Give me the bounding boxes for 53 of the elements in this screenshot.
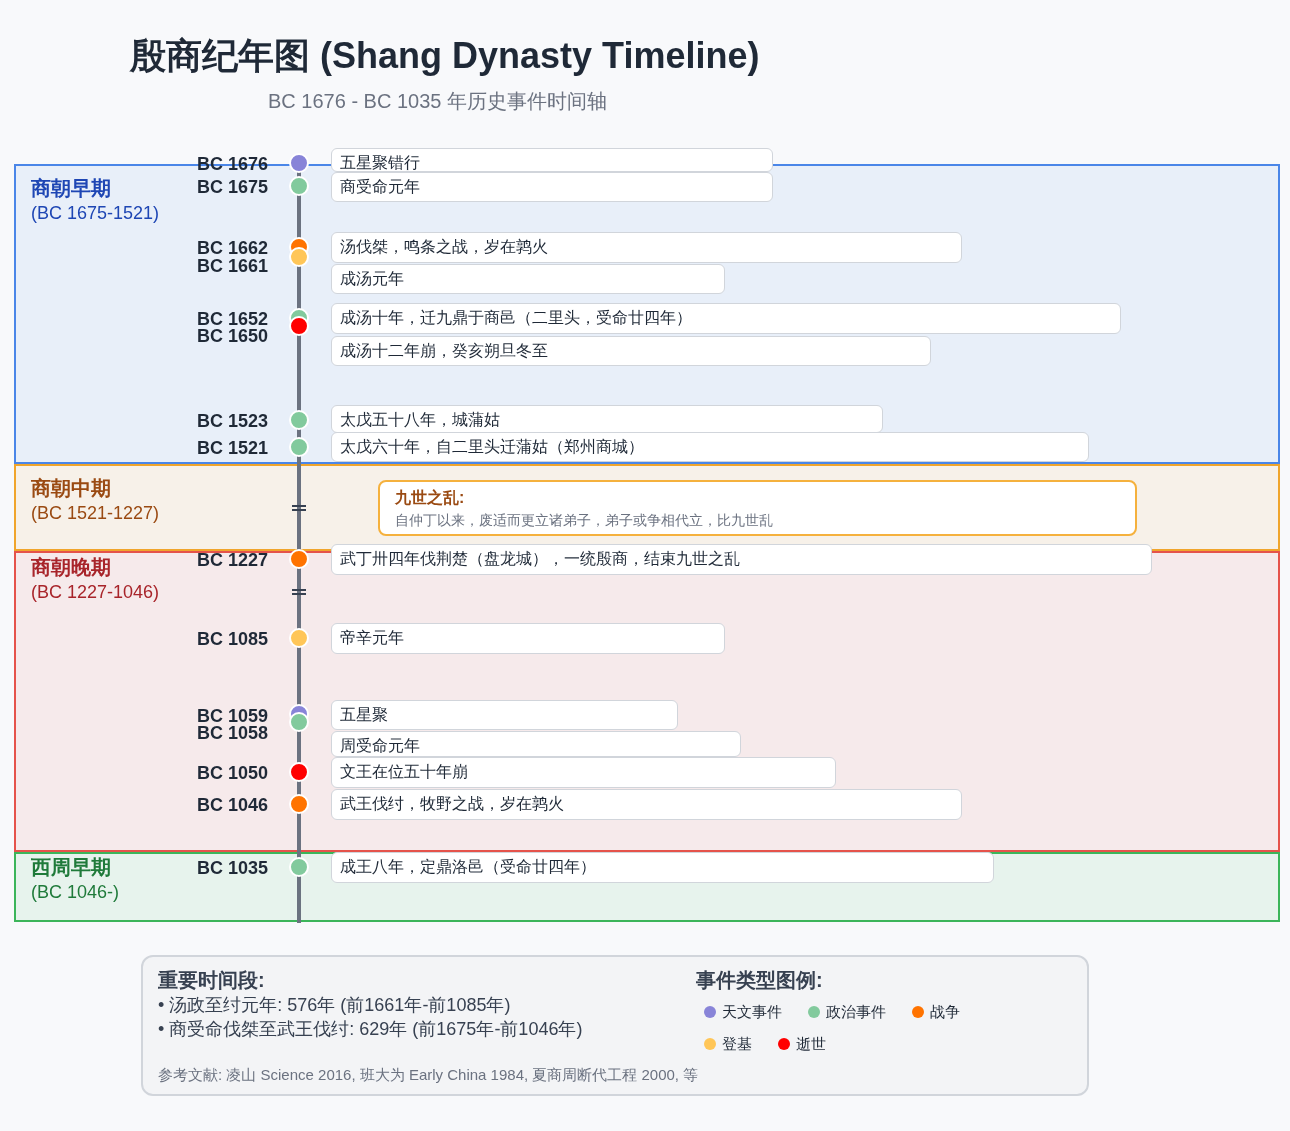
event-card: 太戊六十年，自二里头迁蒲姑（郑州商城） xyxy=(331,432,1089,462)
event-card: 武王伐纣，牧野之战，岁在鹑火 xyxy=(331,789,962,820)
event-date: BC 1058 xyxy=(196,724,268,742)
event-date: BC 1662 xyxy=(196,239,268,257)
period-name: 商朝中期 xyxy=(31,476,111,500)
event-card: 文王在位五十年崩 xyxy=(331,757,836,788)
legend-label: 政治事件 xyxy=(826,1002,886,1022)
event-card: 汤伐桀，鸣条之战，岁在鹑火 xyxy=(331,232,962,263)
summary-item: • 汤政至纣元年: 576年 (前1661年-前1085年) xyxy=(158,994,512,1017)
reference-text: 参考文献: 凌山 Science 2016, 班大为 Early China 1984, 夏商周断代工程 2000, 等 xyxy=(158,1065,700,1085)
legend-label: 天文事件 xyxy=(722,1002,782,1022)
event-card: 帝辛元年 xyxy=(331,623,725,654)
event-date: BC 1650 xyxy=(196,327,268,345)
event-date: BC 1523 xyxy=(196,412,268,430)
period-name: 商朝晚期 xyxy=(31,555,111,579)
event-date: BC 1046 xyxy=(196,796,268,814)
period-range: (BC 1227-1046) xyxy=(31,581,160,603)
note-title: 九世之乱: xyxy=(395,488,466,508)
event-date: BC 1085 xyxy=(196,630,268,648)
event-date: BC 1661 xyxy=(196,257,268,275)
event-card: 太戊五十八年，城蒲姑 xyxy=(331,405,883,433)
event-date: BC 1059 xyxy=(196,707,268,725)
event-date: BC 1035 xyxy=(196,859,268,877)
event-card: 成王八年，定鼎洛邑（受命廿四年） xyxy=(331,852,994,883)
event-date: BC 1652 xyxy=(196,310,268,328)
event-card: 五星聚错行 xyxy=(331,148,773,172)
event-card: 五星聚 xyxy=(331,700,678,730)
event-date: BC 1227 xyxy=(196,551,268,569)
event-card: 成汤元年 xyxy=(331,264,725,294)
event-card: 周受命元年 xyxy=(331,731,741,757)
event-card: 武丁卅四年伐荆楚（盘龙城），一统殷商，结束九世之乱 xyxy=(331,544,1152,575)
period-range: (BC 1521-1227) xyxy=(31,502,160,524)
event-card: 成汤十二年崩，癸亥朔旦冬至 xyxy=(331,336,931,366)
legend-label: 战争 xyxy=(930,1002,960,1022)
period-name: 商朝早期 xyxy=(31,176,111,200)
break-icon xyxy=(292,588,306,596)
period-range: (BC 1675-1521) xyxy=(31,202,160,224)
summary-title: 重要时间段: xyxy=(158,968,266,993)
period-range: (BC 1046-) xyxy=(31,881,120,903)
event-date: BC 1675 xyxy=(196,178,268,196)
page-subtitle: BC 1676 - BC 1035 年历史事件时间轴 xyxy=(268,89,607,114)
legend-label: 登基 xyxy=(722,1034,752,1054)
event-card: 成汤十年，迁九鼎于商邑（二里头，受命廿四年） xyxy=(331,303,1121,334)
event-date: BC 1050 xyxy=(196,764,268,782)
event-card: 商受命元年 xyxy=(331,172,773,202)
page-title: 殷商纪年图 (Shang Dynasty Timeline) xyxy=(130,34,760,78)
summary-item: • 商受命伐桀至武王伐纣: 629年 (前1675年-前1046年) xyxy=(158,1018,584,1041)
period-name: 西周早期 xyxy=(31,855,111,879)
legend-label: 逝世 xyxy=(796,1034,826,1054)
event-date: BC 1521 xyxy=(196,439,268,457)
legend-title: 事件类型图例: xyxy=(696,968,824,993)
note-text: 自仲丁以来，废适而更立诸弟子，弟子或争相代立，比九世乱 xyxy=(395,511,774,530)
break-icon xyxy=(292,504,306,512)
